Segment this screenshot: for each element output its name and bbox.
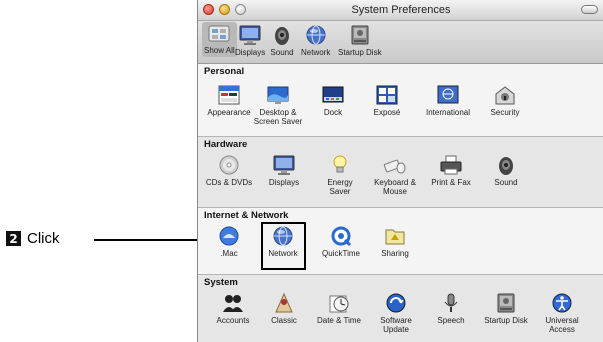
classic-icon bbox=[272, 292, 296, 314]
pref-date-time[interactable]: Date & Time bbox=[311, 292, 367, 325]
pref-label: Print & Fax bbox=[431, 178, 471, 187]
pref-security[interactable]: Security bbox=[477, 84, 533, 117]
microphone-icon bbox=[439, 292, 463, 314]
pref-label: Displays bbox=[268, 178, 300, 187]
toolbar-item-label: Show All bbox=[204, 46, 235, 55]
pref-dock[interactable]: Dock bbox=[305, 84, 361, 117]
pref-label: .Mac bbox=[220, 249, 238, 258]
pref-label: Keyboard & Mouse bbox=[374, 178, 416, 196]
dotmac-icon bbox=[217, 225, 241, 247]
sharing-folder-icon bbox=[383, 225, 407, 247]
toolbar-item-label: Displays bbox=[235, 48, 266, 57]
toolbar: Show All Displays Sound Network Startup … bbox=[198, 21, 603, 64]
section-hardware: Hardware CDs & DVDs Displays Energy Save… bbox=[198, 137, 603, 207]
pref-label: Software Update bbox=[380, 316, 412, 334]
printer-icon bbox=[439, 154, 463, 176]
accounts-icon bbox=[221, 292, 245, 314]
pref-appearance[interactable]: Appearance bbox=[201, 84, 257, 117]
pref-label: Startup Disk bbox=[484, 316, 528, 325]
pref-label: Dock bbox=[323, 108, 343, 117]
pref-label: International bbox=[425, 108, 471, 117]
pref-label: QuickTime bbox=[322, 249, 360, 258]
toolbar-item-label: Startup Disk bbox=[338, 48, 382, 57]
pref-label: CDs & DVDs bbox=[205, 178, 253, 187]
pref-label: Speech bbox=[437, 316, 465, 325]
step-instruction-label: Click bbox=[27, 230, 60, 247]
pref-international[interactable]: International bbox=[420, 84, 476, 117]
toolbar-item-label: Network bbox=[301, 48, 331, 57]
cd-icon bbox=[217, 154, 241, 176]
pref-classic[interactable]: Classic bbox=[256, 292, 312, 325]
section-system: System Accounts Classic Date & Time Soft… bbox=[198, 275, 603, 342]
pref-label: Exposé bbox=[373, 108, 401, 117]
pref-label: Classic bbox=[271, 316, 297, 325]
display-icon bbox=[272, 154, 296, 176]
toolbar-network-button[interactable]: Network bbox=[301, 24, 330, 57]
pref-label: Sound bbox=[494, 178, 518, 187]
pref-startup-disk[interactable]: Startup Disk bbox=[478, 292, 534, 325]
software-update-icon bbox=[384, 292, 408, 314]
flag-icon bbox=[436, 84, 460, 106]
keyboard-mouse-icon bbox=[383, 154, 407, 176]
hard-disk-icon bbox=[494, 292, 518, 314]
pref-desktop-screen-saver[interactable]: Desktop & Screen Saver bbox=[250, 84, 306, 126]
section-heading: Personal bbox=[204, 66, 245, 77]
show-all-button[interactable]: Show All bbox=[202, 22, 237, 57]
step-number-badge: 2 bbox=[6, 231, 21, 246]
section-heading: System bbox=[204, 277, 238, 288]
pref-print-fax[interactable]: Print & Fax bbox=[423, 154, 479, 187]
pref-label: Accounts bbox=[216, 316, 250, 325]
toolbar-startup-disk-button[interactable]: Startup Disk bbox=[338, 24, 382, 57]
hard-disk-icon bbox=[348, 24, 372, 46]
pref-label: Appearance bbox=[207, 108, 251, 117]
section-internet-network: Internet & Network .Mac Network QuickTim… bbox=[198, 208, 603, 274]
toolbar-displays-button[interactable]: Displays bbox=[235, 24, 265, 57]
display-icon bbox=[238, 24, 262, 46]
pref-universal-access[interactable]: Universal Access bbox=[534, 292, 590, 334]
step-callout: 2 Click bbox=[6, 230, 60, 247]
title-bar[interactable]: System Preferences bbox=[198, 0, 603, 21]
appearance-icon bbox=[217, 84, 241, 106]
pref-label: Security bbox=[490, 108, 520, 117]
pref-label: Desktop & Screen Saver bbox=[253, 108, 303, 126]
pref-label: Sharing bbox=[381, 249, 409, 258]
pref-sharing[interactable]: Sharing bbox=[367, 225, 423, 258]
desktop-icon bbox=[266, 84, 290, 106]
section-heading: Hardware bbox=[204, 139, 248, 150]
pref-speech[interactable]: Speech bbox=[423, 292, 479, 325]
pref-expose[interactable]: Exposé bbox=[359, 84, 415, 117]
lock-house-icon bbox=[493, 84, 517, 106]
pref-label: Universal Access bbox=[545, 316, 579, 334]
pref-energy-saver[interactable]: Energy Saver bbox=[312, 154, 368, 196]
network-highlight-box bbox=[261, 222, 306, 270]
quicktime-icon bbox=[329, 225, 353, 247]
apple-switch-icon bbox=[207, 22, 231, 44]
pref-sound[interactable]: Sound bbox=[478, 154, 534, 187]
pref-label: Energy Saver bbox=[327, 178, 353, 196]
speaker-icon bbox=[270, 24, 294, 46]
lightbulb-icon bbox=[328, 154, 352, 176]
dock-icon bbox=[321, 84, 345, 106]
window-title: System Preferences bbox=[351, 4, 451, 16]
section-heading: Internet & Network bbox=[204, 210, 289, 221]
expose-icon bbox=[375, 84, 399, 106]
speaker-icon bbox=[494, 154, 518, 176]
pref-quicktime[interactable]: QuickTime bbox=[313, 225, 369, 258]
clock-icon bbox=[327, 292, 351, 314]
pref-software-update[interactable]: Software Update bbox=[368, 292, 424, 334]
universal-access-icon bbox=[550, 292, 574, 314]
pref-label: Date & Time bbox=[316, 316, 361, 325]
globe-icon bbox=[304, 24, 328, 46]
system-preferences-window: System Preferences Show All Displays Sou… bbox=[197, 0, 603, 342]
toolbar-toggle-button[interactable] bbox=[581, 5, 598, 14]
pref-cds-dvds[interactable]: CDs & DVDs bbox=[201, 154, 257, 187]
toolbar-item-label: Sound bbox=[270, 48, 294, 57]
pref-accounts[interactable]: Accounts bbox=[205, 292, 261, 325]
pref-displays[interactable]: Displays bbox=[256, 154, 312, 187]
toolbar-sound-button[interactable]: Sound bbox=[270, 24, 294, 57]
pref-keyboard-mouse[interactable]: Keyboard & Mouse bbox=[367, 154, 423, 196]
section-personal: Personal Appearance Desktop & Screen Sav… bbox=[198, 64, 603, 136]
pref-dotmac[interactable]: .Mac bbox=[201, 225, 257, 258]
